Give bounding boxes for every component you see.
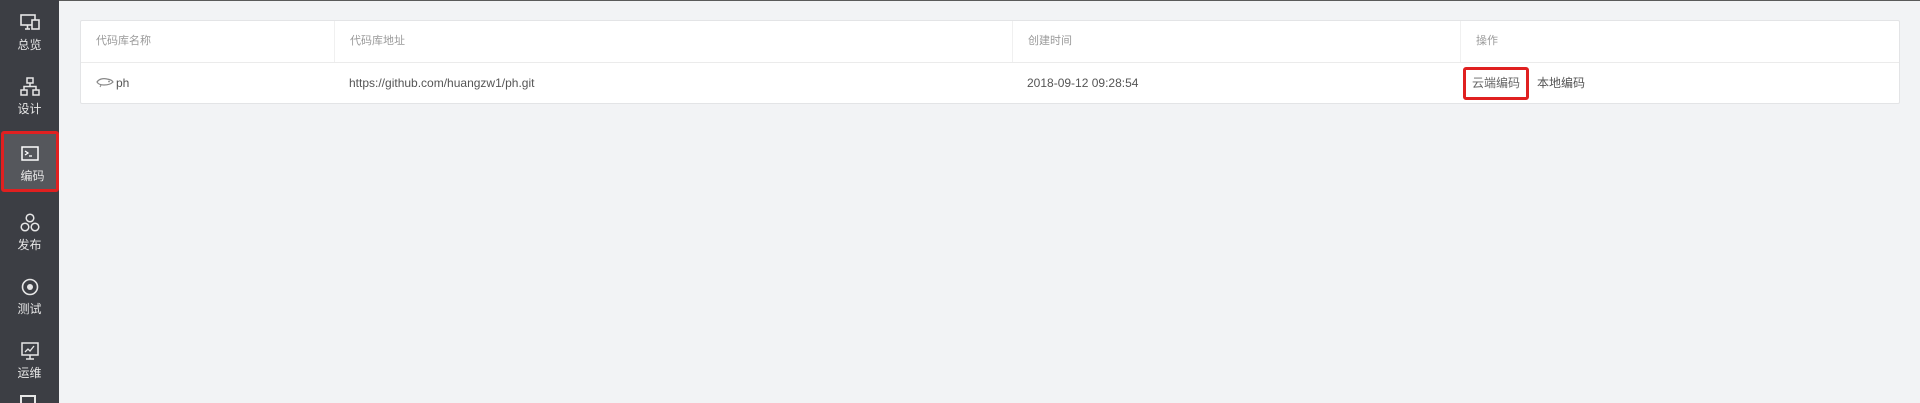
sidebar: 总览 设计 编码 发布 测试 运维 [0,0,59,403]
column-header-name: 代码库名称 [96,35,151,47]
terminal-icon [21,146,39,161]
sidebar-item-label: 测试 [17,302,42,316]
monitor-icon [20,14,40,30]
cloud-coding-button[interactable]: 云端编码 [1463,67,1530,100]
sidebar-item-ops[interactable]: 运维 [0,328,59,388]
sidebar-item-label: 发布 [17,238,42,252]
sidebar-item-label: 编码 [20,169,45,183]
sidebar-more-icon[interactable] [20,395,36,403]
table-row: ph https://github.com/huangzw1/ph.git 20… [81,63,1899,104]
sidebar-item-release[interactable]: 发布 [0,200,59,260]
column-header-created: 创建时间 [1012,21,1460,62]
sidebar-item-label: 总览 [17,38,42,52]
sidebar-item-overview[interactable]: 总览 [0,0,59,60]
cluster-icon [20,213,40,232]
repository-table: 代码库名称 代码库地址 创建时间 操作 ph https://github.co… [80,20,1900,104]
sidebar-item-test[interactable]: 测试 [0,264,59,324]
repo-url: https://github.com/huangzw1/ph.git [349,76,535,90]
table-header: 代码库名称 代码库地址 创建时间 操作 [81,21,1899,63]
column-header-actions: 操作 [1460,21,1899,62]
target-icon [21,278,39,296]
local-coding-button[interactable]: 本地编码 [1537,67,1585,100]
repo-name-cell[interactable]: ph [81,63,334,104]
monitor-chart-icon [21,342,39,360]
repo-name: ph [116,76,130,90]
repo-created-time: 2018-09-12 09:28:54 [1027,76,1139,90]
repository-icon [96,78,114,88]
sidebar-item-label: 设计 [17,102,42,116]
top-border [0,0,1920,1]
sitemap-icon [20,77,40,96]
sidebar-item-label: 运维 [17,366,42,380]
sidebar-item-coding[interactable]: 编码 [1,131,59,192]
column-header-url: 代码库地址 [334,21,1012,62]
sidebar-item-design[interactable]: 设计 [0,64,59,124]
